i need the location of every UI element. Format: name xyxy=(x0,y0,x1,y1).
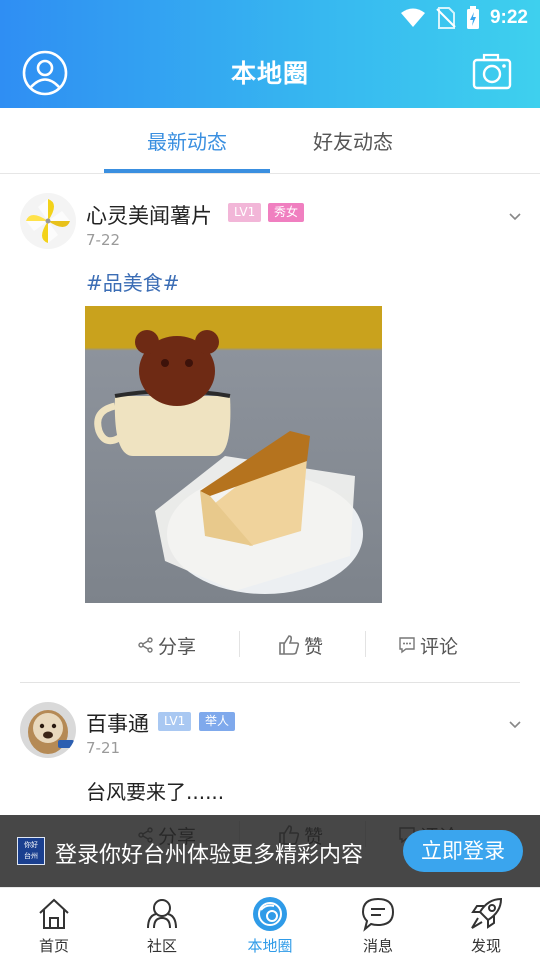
action-divider xyxy=(365,631,366,657)
nav-label: 消息 xyxy=(362,937,393,955)
login-banner: 你好 台州 登录你好台州体验更多精彩内容 立即登录 xyxy=(0,815,540,887)
post-username[interactable]: 百事通 xyxy=(86,708,149,738)
share-icon xyxy=(138,637,153,653)
like-label: 赞 xyxy=(304,635,324,658)
chevron-down-icon[interactable] xyxy=(508,210,522,224)
like-button[interactable]: 赞 xyxy=(278,625,323,665)
app-header: 9:22 本地圈 xyxy=(0,0,540,108)
tab-latest[interactable]: 最新动态 xyxy=(102,126,272,155)
thumbs-up-icon xyxy=(279,635,300,655)
app-logo-line2: 台州 xyxy=(24,852,38,860)
nav-local-circle[interactable]: 本地圈 xyxy=(216,888,324,960)
pinwheel-avatar-icon xyxy=(20,193,76,249)
post-divider xyxy=(20,682,520,683)
message-icon xyxy=(361,897,395,932)
active-tab-indicator xyxy=(104,169,270,173)
wifi-icon xyxy=(400,8,425,27)
cheesecake-photo xyxy=(85,306,382,603)
camera-icon xyxy=(472,53,512,90)
app-logo: 你好 台州 xyxy=(17,837,45,865)
status-bar: 9:22 xyxy=(0,0,540,36)
nav-label: 发现 xyxy=(470,937,501,955)
share-label: 分享 xyxy=(158,635,197,658)
post-username[interactable]: 心灵美闻薯片 xyxy=(86,200,212,230)
post-text: 台风要来了...... xyxy=(86,780,225,804)
post-date: 7-21 xyxy=(86,739,121,757)
level-badge: LV1 xyxy=(158,712,192,731)
avatar[interactable] xyxy=(20,702,76,758)
community-icon xyxy=(147,899,177,929)
feed-tabs: 最新动态 好友动态 xyxy=(0,108,540,174)
post-hashtag[interactable]: #品美食# xyxy=(86,267,180,296)
feed[interactable]: 心灵美闻薯片 LV1 秀女 7-22 #品美食# 分享 赞 评论 百事通 LV1… xyxy=(0,175,540,887)
tab-friends[interactable]: 好友动态 xyxy=(268,126,438,155)
post-image[interactable] xyxy=(85,306,382,603)
nav-discover[interactable]: 发现 xyxy=(432,888,540,960)
action-divider xyxy=(239,631,240,657)
comment-icon xyxy=(399,637,415,654)
title-bar: 本地圈 xyxy=(0,36,540,108)
nav-messages[interactable]: 消息 xyxy=(324,888,432,960)
status-icons: 9:22 xyxy=(400,6,528,30)
chevron-down-icon[interactable] xyxy=(508,718,522,732)
login-button[interactable]: 立即登录 xyxy=(403,830,523,872)
comment-label: 评论 xyxy=(420,635,459,658)
role-badge: 举人 xyxy=(199,712,236,731)
app-logo-line1: 你好 xyxy=(24,841,38,849)
share-button[interactable]: 分享 xyxy=(138,625,196,665)
dog-avatar-icon xyxy=(20,702,76,758)
page-title: 本地圈 xyxy=(230,59,309,88)
nav-label: 首页 xyxy=(38,937,69,955)
nav-community[interactable]: 社区 xyxy=(108,888,216,960)
battery-charging-icon xyxy=(466,6,479,29)
comment-button[interactable]: 评论 xyxy=(398,625,458,665)
no-sim-icon xyxy=(436,7,456,29)
login-banner-message: 登录你好台州体验更多精彩内容 xyxy=(55,843,364,868)
nav-label: 本地圈 xyxy=(247,937,293,955)
post-date: 7-22 xyxy=(86,231,121,249)
camera-button[interactable] xyxy=(472,52,512,92)
rocket-icon xyxy=(471,897,503,929)
bottom-nav: 首页 社区 本地圈 消息 发现 xyxy=(0,887,540,960)
role-badge: 秀女 xyxy=(268,203,305,222)
level-badge: LV1 xyxy=(228,203,262,222)
status-time: 9:22 xyxy=(489,7,528,28)
avatar[interactable] xyxy=(20,193,76,249)
nav-label: 社区 xyxy=(146,937,177,955)
post-actions: 分享 赞 评论 xyxy=(110,625,490,665)
nav-home[interactable]: 首页 xyxy=(0,888,108,960)
home-icon xyxy=(39,898,69,929)
local-circle-icon xyxy=(253,897,287,931)
